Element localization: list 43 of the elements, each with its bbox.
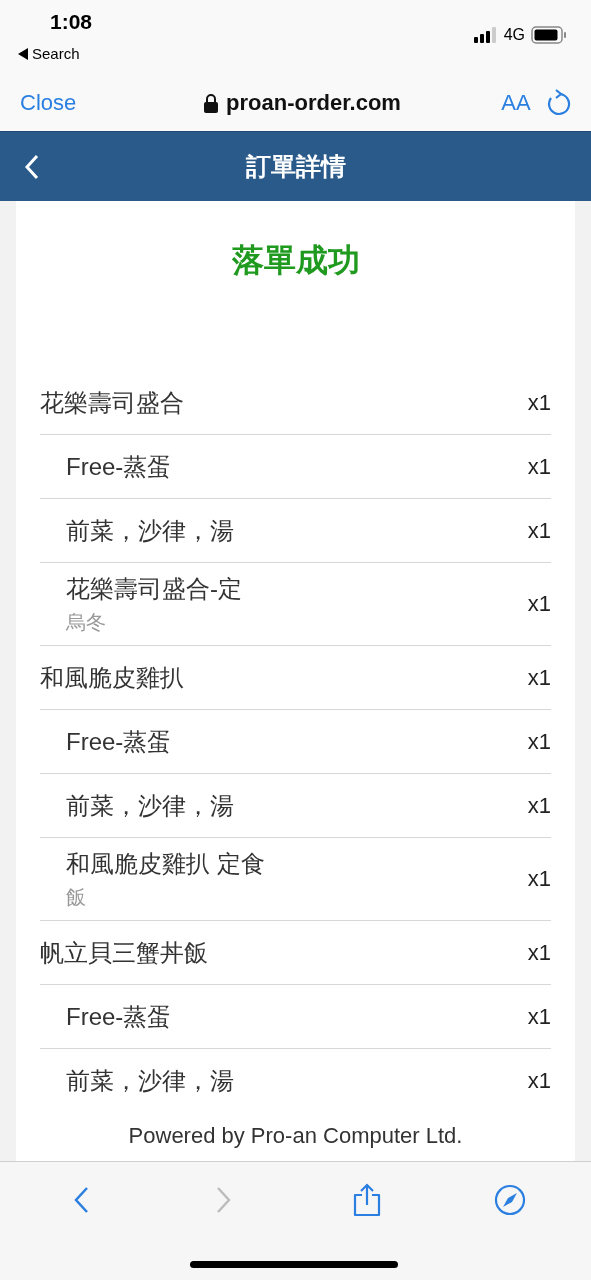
item-quantity: x1 bbox=[527, 664, 551, 691]
option-note: 烏冬 bbox=[66, 609, 107, 635]
option-name: 前菜，沙律，湯 bbox=[66, 1066, 234, 1096]
back-to-search-link[interactable]: Search bbox=[32, 45, 80, 62]
option-name: Free-蒸蛋 bbox=[66, 1001, 172, 1032]
option-name: 前菜，沙律，湯 bbox=[66, 790, 234, 821]
back-triangle-icon bbox=[18, 47, 28, 60]
option-name: 前菜，沙律，湯 bbox=[66, 515, 234, 546]
option-name: 和風脆皮雞扒 定食 bbox=[66, 848, 265, 879]
option-name: Free-蒸蛋 bbox=[66, 451, 172, 482]
back-icon[interactable] bbox=[24, 154, 40, 180]
compass-icon bbox=[493, 1184, 526, 1216]
url-text[interactable]: proan-order.com bbox=[226, 90, 401, 116]
signal-icon bbox=[473, 27, 498, 43]
lock-icon bbox=[204, 93, 219, 113]
item-quantity: x1 bbox=[527, 866, 551, 892]
item-quantity: x1 bbox=[527, 1068, 551, 1094]
footer-text: Powered by Pro-an Computer Ltd. bbox=[127, 1123, 464, 1149]
item-quantity: x1 bbox=[527, 517, 551, 544]
item-name: 和風脆皮雞扒 bbox=[40, 662, 184, 693]
order-status: 落單成功 bbox=[230, 241, 361, 280]
forward-icon bbox=[216, 1186, 233, 1214]
item-name: 花樂壽司盛合 bbox=[40, 387, 184, 418]
item-name: 帆立貝三蟹丼飯 bbox=[40, 937, 208, 968]
back-icon bbox=[73, 1186, 90, 1214]
item-quantity: x1 bbox=[527, 453, 551, 480]
item-quantity: x1 bbox=[527, 792, 551, 819]
battery-icon bbox=[531, 26, 567, 44]
item-quantity: x1 bbox=[527, 1003, 551, 1030]
status-time: 1:08 bbox=[50, 10, 93, 34]
option-note: 飯 bbox=[66, 884, 87, 910]
share-icon bbox=[351, 1183, 382, 1217]
page-title: 訂單詳情 bbox=[245, 151, 346, 182]
item-quantity: x1 bbox=[527, 728, 551, 755]
item-quantity: x1 bbox=[527, 389, 551, 416]
reload-icon[interactable] bbox=[545, 89, 571, 117]
option-name: Free-蒸蛋 bbox=[66, 726, 172, 757]
text-size-button[interactable]: AA bbox=[487, 90, 545, 116]
close-button[interactable]: Close bbox=[20, 90, 140, 116]
network-type: 4G bbox=[503, 26, 525, 44]
option-name: 花樂壽司盛合-定 bbox=[66, 573, 242, 604]
item-quantity: x1 bbox=[527, 591, 551, 617]
item-quantity: x1 bbox=[527, 939, 551, 966]
